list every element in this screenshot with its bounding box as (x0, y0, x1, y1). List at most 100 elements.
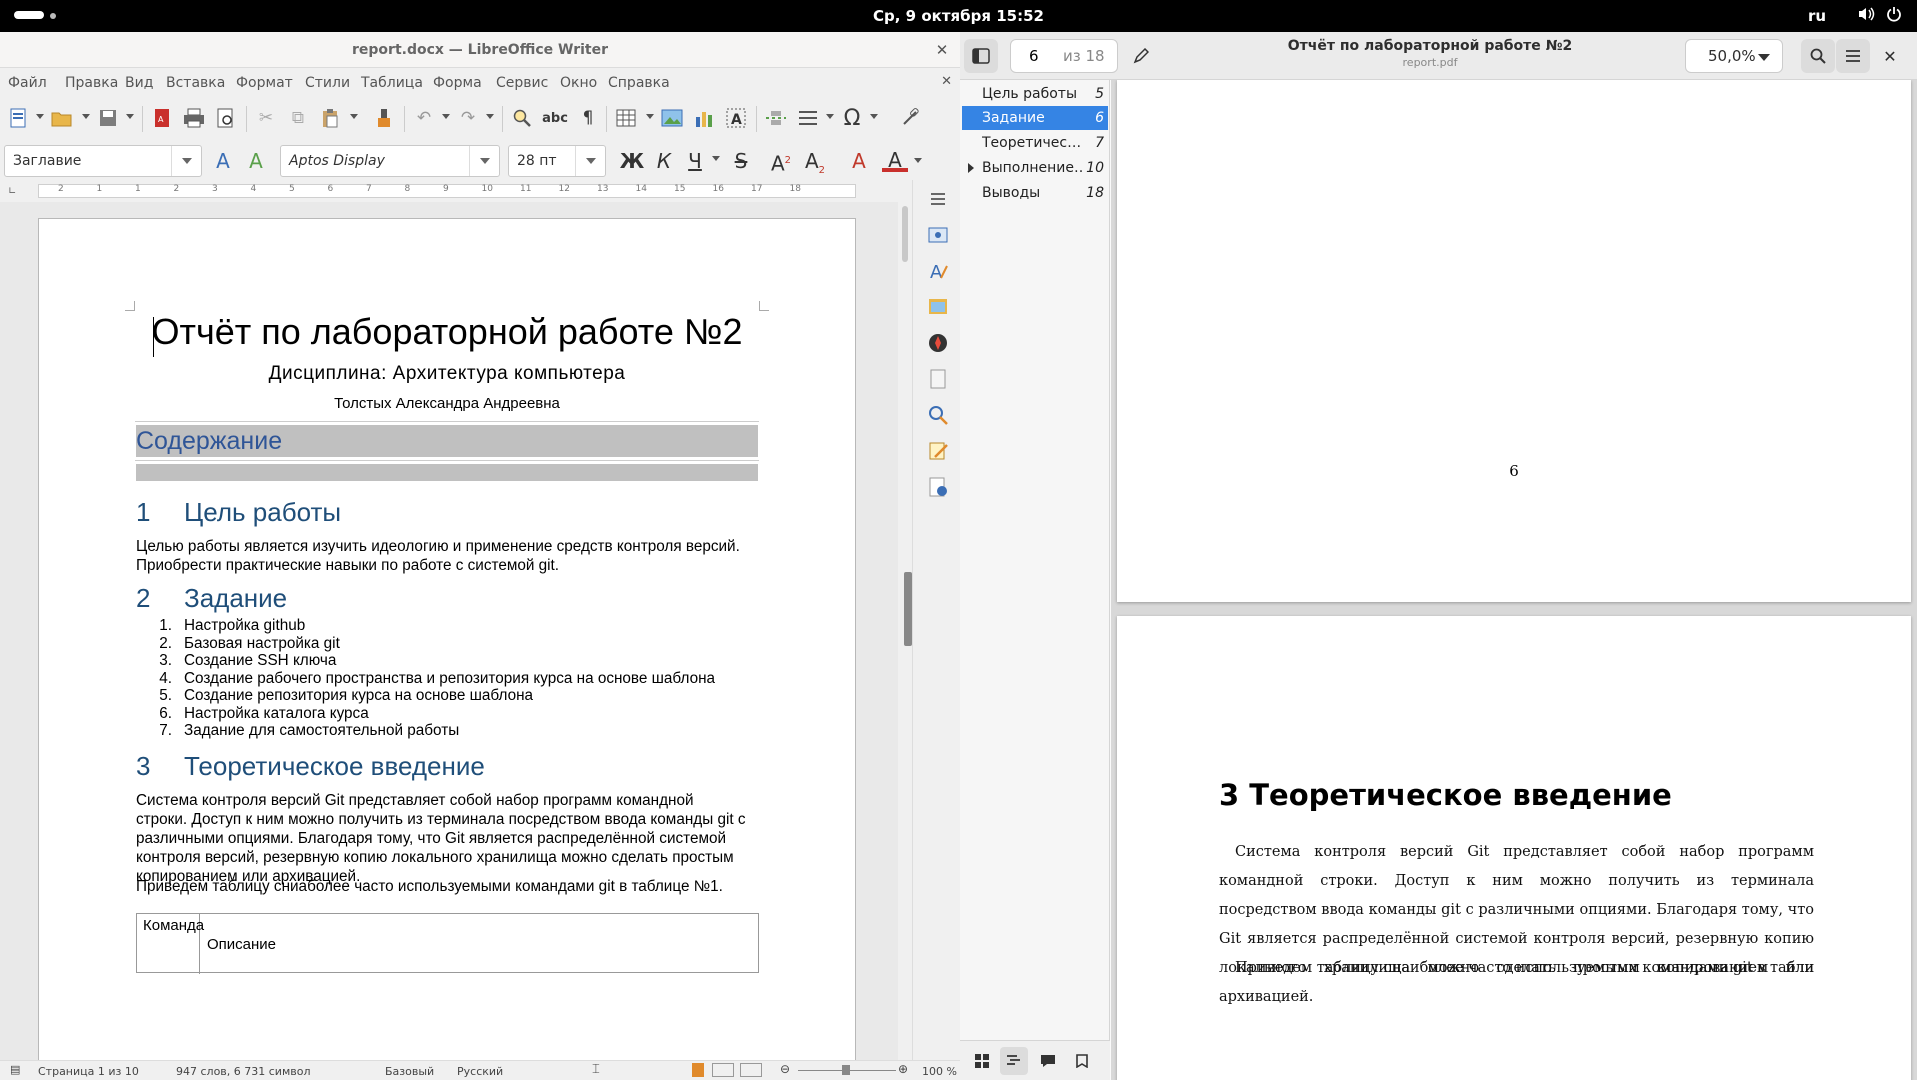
open-dropdown-icon[interactable] (82, 114, 90, 119)
styles-icon[interactable]: A (927, 260, 949, 283)
paste-dropdown-icon[interactable] (350, 114, 358, 119)
zoom-in-icon[interactable]: ⊕ (898, 1062, 908, 1076)
insert-image-icon[interactable] (660, 106, 684, 130)
pdf-page[interactable]: 3 Теоретическое введение Система контрол… (1117, 616, 1911, 1080)
underline-icon[interactable]: Ч (682, 148, 708, 174)
menu-format[interactable]: Формат (236, 75, 293, 91)
tab-stop-icon[interactable]: ∟ (8, 186, 16, 197)
outline-item[interactable]: Цель работы 5 (962, 82, 1108, 106)
book-view-icon[interactable] (740, 1063, 762, 1077)
word-count[interactable]: 947 слов, 6 731 символ (176, 1065, 311, 1078)
undo-dropdown-icon[interactable] (442, 114, 450, 119)
menu-insert[interactable]: Вставка (166, 75, 225, 91)
navigator-icon[interactable] (927, 332, 949, 354)
paste-icon[interactable] (318, 106, 342, 130)
accessibility-check-icon[interactable] (927, 476, 949, 498)
font-color-icon[interactable]: A (882, 148, 908, 172)
menu-edit[interactable]: Правка (65, 75, 118, 91)
italic-icon[interactable]: К (651, 148, 677, 174)
power-icon[interactable] (1884, 6, 1904, 26)
sidebar-menu-icon[interactable] (927, 188, 949, 210)
print-icon[interactable] (182, 106, 206, 130)
search-icon[interactable] (1801, 39, 1835, 73)
outline-item[interactable]: Теоретичес… 7 (962, 131, 1108, 155)
spelling-icon[interactable]: abc (542, 106, 568, 130)
insert-textbox-icon[interactable]: A (724, 106, 748, 130)
close-icon[interactable]: ✕ (1873, 39, 1907, 73)
find-replace-icon[interactable] (510, 106, 534, 130)
menu-tools[interactable]: Сервис (496, 75, 548, 91)
special-character-dropdown-icon[interactable] (870, 114, 878, 119)
manage-changes-icon[interactable] (927, 440, 949, 462)
outline-item-selected[interactable]: Задание 6 (962, 106, 1108, 130)
gallery-icon[interactable] (927, 296, 949, 318)
insert-field-icon[interactable] (796, 106, 820, 130)
menu-table[interactable]: Таблица (361, 75, 423, 91)
subscript-icon[interactable]: A2 (802, 148, 828, 176)
bookmarks-icon[interactable] (1068, 1047, 1096, 1075)
menu-view[interactable]: Вид (125, 75, 153, 91)
copy-icon[interactable]: ⧉ (286, 106, 310, 130)
table-dropdown-icon[interactable] (646, 114, 654, 119)
save-icon[interactable] (96, 106, 120, 130)
clock[interactable]: Ср, 9 октября 15:52 (873, 7, 1044, 25)
formatting-marks-icon[interactable]: ¶ (576, 106, 600, 130)
commands-table[interactable]: Команда Описание (136, 913, 759, 974)
hamburger-menu-icon[interactable] (1836, 39, 1870, 73)
underline-dropdown-icon[interactable] (712, 156, 720, 161)
workspace-dot[interactable] (50, 13, 56, 19)
zoom-slider-thumb[interactable] (842, 1065, 850, 1075)
close-window-button[interactable]: ✕ (932, 32, 952, 68)
redo-dropdown-icon[interactable] (486, 114, 494, 119)
menu-help[interactable]: Справка (608, 75, 670, 91)
insert-chart-icon[interactable] (692, 106, 716, 130)
selection-mode-icon[interactable]: ⌶ (592, 1062, 600, 1077)
menu-styles[interactable]: Стили (305, 75, 350, 91)
new-document-icon[interactable] (6, 106, 30, 130)
document-modified-icon[interactable]: ▤ (10, 1063, 20, 1076)
outline-icon[interactable] (1000, 1047, 1028, 1075)
page-icon[interactable] (927, 368, 949, 390)
page-count[interactable]: Страница 1 из 10 (38, 1065, 139, 1078)
export-pdf-icon[interactable]: A (150, 106, 174, 130)
multi-page-view-icon[interactable] (712, 1063, 734, 1077)
strikethrough-icon[interactable]: S (728, 148, 754, 174)
single-page-view-icon[interactable] (692, 1063, 704, 1077)
menu-file[interactable]: Файл (8, 75, 47, 91)
undo-icon[interactable]: ↶ (412, 106, 436, 130)
new-dropdown-icon[interactable] (36, 114, 44, 119)
paragraph-style-select[interactable]: Заглавие (4, 145, 202, 177)
menu-form[interactable]: Форма (433, 75, 482, 91)
hyperlink-icon[interactable] (898, 106, 922, 130)
clone-formatting-icon[interactable] (372, 106, 396, 130)
insert-table-icon[interactable] (614, 106, 638, 130)
special-character-icon[interactable]: Ω (840, 106, 864, 131)
document-area[interactable]: Отчёт по лабораторной работе №2 Дисципли… (0, 202, 900, 1060)
annotations-icon[interactable] (1034, 1047, 1062, 1075)
chevron-down-icon[interactable] (469, 146, 499, 176)
clear-formatting-icon[interactable]: A (846, 148, 872, 174)
page-style[interactable]: Базовый (385, 1065, 434, 1078)
document-page[interactable]: Отчёт по лабораторной работе №2 Дисципли… (38, 218, 856, 1060)
zoom-out-icon[interactable]: ⊖ (780, 1062, 790, 1076)
thumbnails-icon[interactable] (968, 1047, 996, 1075)
outline-item[interactable]: Выводы 18 (962, 181, 1108, 205)
zoom-select[interactable]: 50,0% (1685, 39, 1783, 73)
keyboard-layout-indicator[interactable]: ru (1808, 7, 1826, 25)
current-page[interactable]: 6 (1029, 47, 1039, 65)
redo-icon[interactable]: ↷ (456, 106, 480, 130)
field-dropdown-icon[interactable] (826, 114, 834, 119)
cut-icon[interactable]: ✂ (254, 106, 278, 130)
menu-window[interactable]: Окно (560, 75, 597, 91)
superscript-icon[interactable]: A2 (768, 148, 794, 176)
bold-icon[interactable]: Ж (619, 148, 645, 174)
font-name-select[interactable]: Aptos Display (280, 145, 500, 177)
chevron-down-icon[interactable] (171, 146, 201, 176)
outline-item[interactable]: Выполнение… 10 (962, 156, 1108, 180)
chevron-down-icon[interactable] (575, 146, 605, 176)
language[interactable]: Русский (457, 1065, 503, 1078)
new-style-icon[interactable]: A (243, 148, 269, 174)
volume-icon[interactable] (1856, 6, 1876, 26)
annotate-pencil-icon[interactable] (1124, 39, 1158, 73)
close-document-button[interactable]: ✕ (941, 74, 952, 89)
